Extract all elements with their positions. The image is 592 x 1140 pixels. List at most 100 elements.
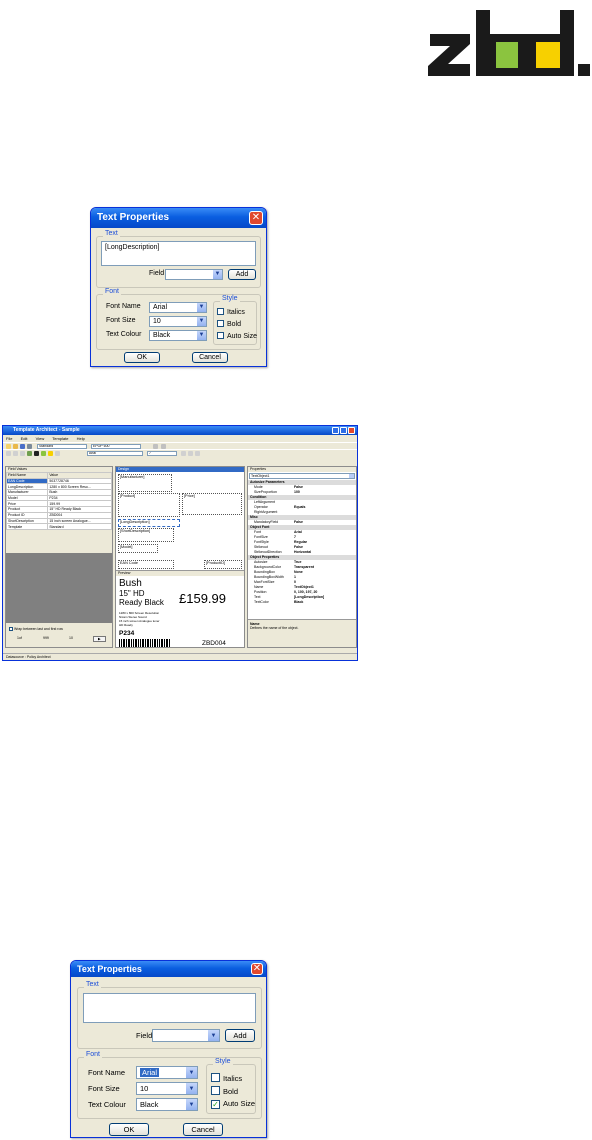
properties-pane: Properties TextObject1 Autosize Paramete… — [247, 466, 357, 648]
chevron-down-icon[interactable]: ▼ — [196, 303, 206, 312]
font-size-select[interactable]: 7 — [147, 451, 177, 456]
menu-file[interactable]: File — [6, 436, 12, 441]
property-value[interactable]: Black — [294, 600, 303, 605]
longdesc-field[interactable]: [LongDescription] — [118, 519, 180, 527]
close-icon[interactable]: ✕ — [251, 963, 263, 975]
menu-help[interactable]: Help — [77, 436, 85, 441]
model-field[interactable]: [Model] — [118, 544, 158, 553]
manufacturer-field[interactable]: [Manufacturer] — [118, 474, 172, 492]
cell[interactable]: Standard — [47, 523, 112, 530]
ok-button[interactable]: OK — [109, 1123, 149, 1136]
table-row[interactable]: Template Standard — [6, 523, 112, 530]
checkbox-box[interactable]: ✓ — [211, 1100, 220, 1109]
pointer-icon[interactable] — [6, 451, 11, 456]
checkbox-box[interactable] — [9, 627, 13, 631]
italics-checkbox[interactable]: Italics — [217, 308, 245, 316]
chevron-down-icon[interactable]: ▼ — [196, 317, 206, 326]
chevron-down-icon[interactable]: ▼ — [207, 1030, 219, 1041]
autosize-checkbox[interactable]: Auto Size — [217, 332, 257, 340]
text-colour-select[interactable]: Black ▼ — [149, 330, 207, 341]
barcode-icon[interactable] — [34, 451, 39, 456]
productid-field[interactable]: [ProductID] — [204, 560, 242, 569]
text-group-label: Text — [84, 981, 101, 988]
menu-edit[interactable]: Edit — [21, 436, 28, 441]
barcode-image — [119, 639, 170, 647]
template-architect-window: Template Architect - Sample File Edit Vi… — [2, 425, 358, 661]
design-pane: Design [Manufacturer] [Product] [Price] … — [115, 466, 245, 648]
font-group: Font Font Name Arial ▼ Font Size 10 ▼ Te… — [77, 1051, 262, 1119]
font-size-select[interactable]: 10 ▼ — [136, 1082, 198, 1095]
property-row[interactable]: TextColor Black — [248, 600, 356, 605]
chevron-down-icon[interactable]: ▼ — [185, 1083, 197, 1094]
bold-icon[interactable] — [181, 451, 186, 456]
nav-next-button[interactable]: ▶ — [93, 636, 106, 642]
text-group-label: Text — [103, 230, 120, 237]
font-size-label: Font Size — [88, 1084, 120, 1093]
text-colour-select[interactable]: Black ▼ — [136, 1098, 198, 1111]
nav-first[interactable]: 1of — [17, 636, 22, 640]
cancel-button[interactable]: Cancel — [192, 352, 228, 363]
text-properties-dialog-2: Text Properties ✕ Text Field ▼ Add Font … — [70, 960, 267, 1138]
clock-icon[interactable] — [55, 451, 60, 456]
field-select[interactable]: ▼ — [165, 269, 223, 280]
style-group-label: Style — [220, 295, 240, 302]
italic-icon[interactable] — [188, 451, 193, 456]
chevron-down-icon[interactable]: ▼ — [185, 1099, 197, 1110]
chevron-down-icon[interactable]: ▼ — [212, 270, 222, 279]
font-name-select[interactable]: Arial ▼ — [136, 1066, 198, 1079]
toolbar-1: Standard EPOP 600 — [3, 442, 357, 449]
cancel-button[interactable]: Cancel — [183, 1123, 223, 1136]
image-icon[interactable] — [27, 451, 32, 456]
checkbox-box[interactable] — [211, 1073, 220, 1082]
toolbar-2: Arial 7 — [3, 449, 357, 456]
text-input[interactable]: [LongDescription] — [101, 241, 256, 266]
autosize-checkbox[interactable]: ✓ Auto Size — [211, 1099, 255, 1109]
preview-productid: ZBD004 — [202, 640, 226, 647]
menu-bar: File Edit View Template Help — [3, 435, 357, 442]
font-name-label: Font Name — [106, 303, 141, 310]
price-field[interactable]: [Price] — [182, 493, 242, 515]
text-properties-dialog-1: Text Properties ✕ Text [LongDescription]… — [90, 207, 267, 367]
menu-view[interactable]: View — [36, 436, 45, 441]
chevron-down-icon[interactable]: ▼ — [185, 1067, 197, 1078]
italics-checkbox[interactable]: Italics — [211, 1073, 242, 1083]
product-field[interactable]: [Product] — [118, 493, 180, 517]
minimize-icon[interactable] — [332, 427, 339, 434]
shortdesc-field[interactable]: [ShortDescription] — [118, 528, 174, 542]
font-size-select[interactable]: 10 ▼ — [149, 316, 207, 327]
design-header: Design — [116, 467, 244, 472]
chevron-down-icon[interactable]: ▼ — [196, 331, 206, 340]
fill-icon[interactable] — [48, 451, 53, 456]
preview-header: Preview — [116, 571, 244, 576]
cell[interactable]: Template — [6, 523, 49, 530]
close-icon[interactable]: ✕ — [249, 211, 263, 225]
checkbox-box[interactable] — [217, 320, 224, 327]
menu-template[interactable]: Template — [52, 436, 68, 441]
object-select[interactable]: TextObject1 — [249, 473, 355, 479]
preview-price: £159.99 — [179, 591, 226, 606]
chevron-down-icon[interactable] — [349, 474, 354, 478]
maximize-icon[interactable] — [340, 427, 347, 434]
wrap-checkbox[interactable]: Wrap between last and first row — [9, 627, 63, 631]
font-select[interactable]: Arial — [87, 451, 143, 456]
align-icon[interactable] — [195, 451, 200, 456]
ean-field[interactable]: EAN Code — [118, 560, 174, 569]
text-input[interactable] — [83, 993, 256, 1023]
checkbox-box[interactable] — [217, 332, 224, 339]
font-name-select[interactable]: Arial ▼ — [149, 302, 207, 313]
nav-prev[interactable]: 10 — [69, 636, 73, 640]
checkbox-box[interactable] — [211, 1086, 220, 1095]
checkbox-box[interactable] — [217, 308, 224, 315]
rect-icon[interactable] — [41, 451, 46, 456]
field-select[interactable]: ▼ — [152, 1029, 220, 1042]
text-tool-icon[interactable] — [20, 451, 25, 456]
add-button[interactable]: Add — [225, 1029, 255, 1042]
bold-checkbox[interactable]: Bold — [211, 1086, 238, 1096]
close-icon[interactable] — [348, 427, 355, 434]
property-key: TextColor — [254, 600, 269, 604]
ok-button[interactable]: OK — [124, 352, 160, 363]
bold-checkbox[interactable]: Bold — [217, 320, 241, 328]
status-bar: Datasource : Policy Architect — [3, 653, 357, 660]
line-icon[interactable] — [13, 451, 18, 456]
add-button[interactable]: Add — [228, 269, 256, 280]
